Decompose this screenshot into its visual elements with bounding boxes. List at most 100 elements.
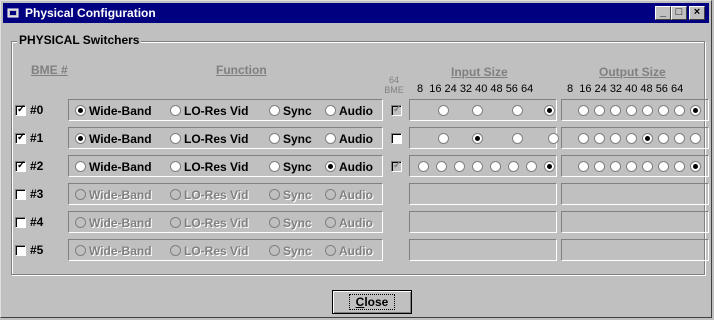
output-size-option[interactable] [594, 105, 605, 116]
radio-icon [325, 189, 336, 200]
bme-enable-checkbox[interactable]: ✓ [15, 132, 26, 144]
output-size-option[interactable] [642, 105, 653, 116]
output-size-option[interactable] [642, 133, 653, 144]
function-option-audio[interactable]: Audio [325, 216, 373, 230]
output-size-option[interactable] [658, 105, 669, 116]
function-option-wide-band[interactable]: Wide-Band [75, 216, 152, 230]
output-size-option[interactable] [610, 133, 621, 144]
bme64-header: 64 BME [383, 75, 405, 95]
output-size-option[interactable] [594, 161, 605, 172]
function-option-lo-res-vid[interactable]: LO-Res Vid [170, 132, 248, 146]
switcher-row: #4 Wide-Band LO-Res Vid Sync Audio [1, 211, 714, 235]
output-size-option[interactable] [690, 133, 701, 144]
input-size-option[interactable] [472, 133, 483, 144]
output-size-option[interactable] [642, 161, 653, 172]
bme-enable-checkbox[interactable] [15, 189, 26, 200]
function-option-lo-res-vid[interactable]: LO-Res Vid [170, 188, 248, 202]
output-size-header: Output Size [599, 65, 666, 79]
function-option-sync[interactable]: Sync [269, 104, 312, 118]
function-option-label: LO-Res Vid [184, 244, 249, 258]
function-option-label: Wide-Band [89, 244, 152, 258]
function-option-sync[interactable]: Sync [269, 132, 312, 146]
bme64-checkbox[interactable]: ✓ [391, 160, 402, 172]
function-option-sync[interactable]: Sync [269, 244, 312, 258]
bme-number-label: #3 [30, 187, 44, 201]
function-option-lo-res-vid[interactable]: LO-Res Vid [170, 160, 248, 174]
input-size-option[interactable] [454, 161, 465, 172]
function-option-audio[interactable]: Audio [325, 132, 373, 146]
output-size-option[interactable] [578, 161, 589, 172]
input-size-option[interactable] [490, 161, 501, 172]
minimize-button[interactable]: _ [655, 6, 671, 20]
maximize-button[interactable]: □ [671, 6, 687, 20]
output-size-radio-group [561, 99, 709, 121]
output-size-option[interactable] [674, 133, 685, 144]
input-size-option[interactable] [544, 161, 555, 172]
output-size-option[interactable] [658, 161, 669, 172]
input-size-option[interactable] [472, 105, 483, 116]
function-option-label: LO-Res Vid [184, 216, 249, 230]
output-size-option[interactable] [626, 105, 637, 116]
bme64-header-line2: BME [384, 85, 404, 95]
close-icon: × [693, 6, 701, 18]
input-size-option[interactable] [512, 133, 523, 144]
output-size-option[interactable] [578, 133, 589, 144]
bme-number-label: #5 [30, 243, 44, 257]
output-size-option[interactable] [658, 133, 669, 144]
output-size-option[interactable] [674, 161, 685, 172]
function-option-audio[interactable]: Audio [325, 244, 373, 258]
function-option-audio[interactable]: Audio [325, 188, 373, 202]
radio-icon [325, 217, 336, 228]
function-option-wide-band[interactable]: Wide-Band [75, 244, 152, 258]
close-button[interactable]: Close [332, 290, 412, 314]
input-size-option[interactable] [438, 133, 449, 144]
bme-enable-checkbox[interactable]: ✓ [15, 160, 26, 172]
close-window-button[interactable]: × [689, 6, 705, 20]
input-size-option[interactable] [438, 105, 449, 116]
input-size-option[interactable] [436, 161, 447, 172]
output-size-option[interactable] [626, 161, 637, 172]
output-size-option[interactable] [610, 161, 621, 172]
function-option-lo-res-vid[interactable]: LO-Res Vid [170, 216, 248, 230]
radio-icon [170, 161, 181, 172]
input-size-option[interactable] [526, 161, 537, 172]
output-size-option[interactable] [610, 105, 621, 116]
input-size-option[interactable] [512, 105, 523, 116]
output-size-radio-group [561, 239, 709, 261]
function-option-label: Audio [339, 132, 373, 146]
input-size-option[interactable] [508, 161, 519, 172]
function-option-lo-res-vid[interactable]: LO-Res Vid [170, 244, 248, 258]
input-size-option[interactable] [544, 105, 555, 116]
function-option-audio[interactable]: Audio [325, 104, 373, 118]
function-option-wide-band[interactable]: Wide-Band [75, 132, 152, 146]
function-option-audio[interactable]: Audio [325, 160, 373, 174]
output-size-option[interactable] [674, 105, 685, 116]
output-size-option[interactable] [690, 105, 701, 116]
bme64-checkbox[interactable] [391, 133, 402, 144]
bme-enable-checkbox[interactable]: ✓ [15, 104, 26, 116]
function-option-wide-band[interactable]: Wide-Band [75, 188, 152, 202]
radio-icon [170, 105, 181, 116]
function-option-label: Audio [339, 244, 373, 258]
bme-enable-checkbox[interactable] [15, 217, 26, 228]
bme-enable-checkbox[interactable] [15, 245, 26, 256]
input-size-option[interactable] [548, 133, 559, 144]
output-size-option[interactable] [690, 161, 701, 172]
function-option-label: Wide-Band [89, 132, 152, 146]
input-size-option[interactable] [418, 161, 429, 172]
function-option-sync[interactable]: Sync [269, 188, 312, 202]
check-icon: ✓ [393, 160, 402, 171]
bme64-checkbox[interactable]: ✓ [391, 104, 402, 116]
title-bar[interactable]: Physical Configuration _ □ × [3, 3, 709, 23]
output-size-option[interactable] [578, 105, 589, 116]
input-size-header: Input Size [451, 65, 508, 79]
function-option-sync[interactable]: Sync [269, 216, 312, 230]
function-option-wide-band[interactable]: Wide-Band [75, 104, 152, 118]
function-option-wide-band[interactable]: Wide-Band [75, 160, 152, 174]
function-option-lo-res-vid[interactable]: LO-Res Vid [170, 104, 248, 118]
input-size-option[interactable] [472, 161, 483, 172]
output-size-option[interactable] [594, 133, 605, 144]
function-option-sync[interactable]: Sync [269, 160, 312, 174]
radio-icon [75, 133, 86, 144]
output-size-option[interactable] [626, 133, 637, 144]
